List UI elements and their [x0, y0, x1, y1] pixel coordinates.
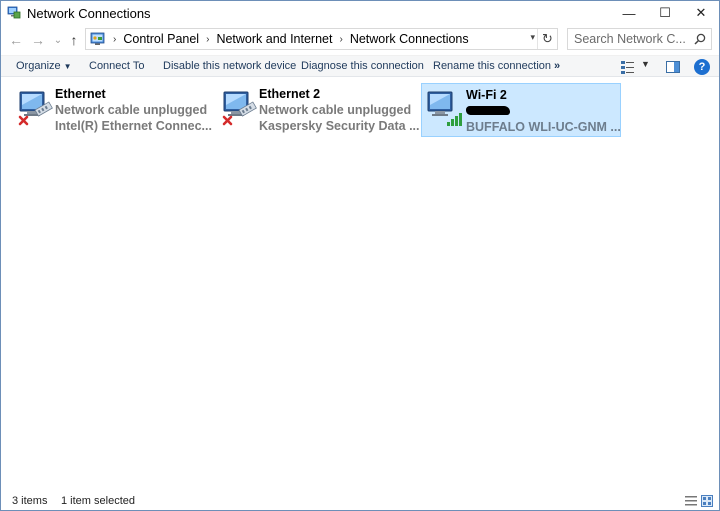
view-options-dropdown-icon[interactable]: ▼	[641, 59, 650, 69]
maximize-button[interactable]: ☐	[650, 1, 680, 25]
connection-details: Wi-Fi 2 BUFFALO WLI-UC-GNM ...	[466, 87, 621, 135]
connection-details: Ethernet Network cable unplugged Intel(R…	[55, 86, 212, 134]
breadcrumb-separator[interactable]: ›	[339, 34, 342, 45]
search-icon[interactable]	[694, 33, 706, 45]
search-input[interactable]: Search Network C...	[574, 32, 686, 46]
ethernet-adapter-icon	[222, 91, 257, 126]
title-bar[interactable]: Network Connections — ☐ ✕	[1, 1, 719, 25]
connection-device: BUFFALO WLI-UC-GNM ...	[466, 120, 621, 134]
connection-details: Ethernet 2 Network cable unplugged Kaspe…	[259, 86, 420, 134]
breadcrumb-separator[interactable]: ›	[206, 34, 209, 45]
control-panel-icon	[90, 32, 105, 45]
command-bar: Organize ▼ Connect To Disable this networ…	[1, 55, 719, 77]
breadcrumb-network-and-internet[interactable]: Network and Internet	[216, 32, 332, 46]
help-button[interactable]: ?	[694, 59, 710, 75]
connection-device: Kaspersky Security Data ...	[259, 119, 420, 133]
item-count: 3 items	[12, 495, 48, 507]
diagnose-connection-button[interactable]: Diagnose this connection	[301, 60, 424, 72]
close-button[interactable]: ✕	[686, 1, 716, 25]
rename-connection-button[interactable]: Rename this connection	[433, 60, 551, 72]
connections-list: Ethernet Network cable unplugged Intel(R…	[1, 78, 719, 488]
address-bar[interactable]: › Control Panel › Network and Internet ›…	[85, 28, 558, 50]
breadcrumb-separator: ›	[113, 33, 117, 45]
connection-device: Intel(R) Ethernet Connec...	[55, 119, 212, 133]
disable-device-button[interactable]: Disable this network device	[163, 60, 296, 72]
signal-strength-icon	[447, 113, 462, 126]
more-commands-button[interactable]: »	[554, 60, 560, 72]
connection-status: Network cable unplugged	[259, 103, 412, 117]
wifi-adapter-icon	[427, 91, 462, 126]
navigation-bar: ← → ⌄ ↑ › Control Panel › Network and In…	[1, 27, 719, 53]
back-button[interactable]: ←	[7, 30, 25, 50]
preview-pane-icon[interactable]	[665, 59, 681, 75]
connection-item-wifi-2[interactable]: Wi-Fi 2 BUFFALO WLI-UC-GNM ...	[421, 83, 621, 137]
connection-item-ethernet-2[interactable]: Ethernet 2 Network cable unplugged Kaspe…	[217, 83, 420, 137]
minimize-button[interactable]: —	[614, 1, 644, 25]
status-bar: 3 items 1 item selected	[1, 491, 719, 511]
network-connections-window: Network Connections — ☐ ✕ ← → ⌄ ↑ › Cont…	[0, 0, 720, 511]
chevron-down-icon: ▼	[63, 62, 72, 71]
connection-item-ethernet[interactable]: Ethernet Network cable unplugged Intel(R…	[13, 83, 213, 137]
connection-name: Ethernet	[55, 87, 106, 101]
selection-count: 1 item selected	[61, 495, 135, 507]
breadcrumb-control-panel[interactable]: Control Panel	[123, 32, 199, 46]
change-view-icon[interactable]	[620, 59, 636, 75]
large-icons-view-icon[interactable]	[701, 495, 713, 507]
organize-button[interactable]: Organize ▼	[16, 60, 72, 72]
up-button[interactable]: ↑	[65, 30, 83, 50]
connection-name: Ethernet 2	[259, 87, 321, 101]
details-view-icon[interactable]	[685, 495, 697, 507]
connection-status-redacted	[466, 103, 621, 119]
network-connections-icon	[7, 6, 21, 19]
ethernet-adapter-icon	[18, 91, 53, 126]
search-box[interactable]: Search Network C...	[567, 28, 712, 50]
connection-name: Wi-Fi 2	[466, 88, 507, 102]
breadcrumb-network-connections[interactable]: Network Connections	[350, 32, 469, 46]
address-dropdown-icon[interactable]: ▾	[530, 32, 535, 43]
connection-status: Network cable unplugged	[55, 103, 208, 117]
refresh-button[interactable]: ↻	[537, 29, 557, 49]
connect-to-button[interactable]: Connect To	[89, 60, 144, 72]
organize-label: Organize	[16, 60, 61, 72]
window-title: Network Connections	[27, 6, 151, 21]
disconnected-x-icon	[222, 115, 233, 126]
redacted-mark	[466, 106, 510, 115]
forward-button[interactable]: →	[29, 30, 47, 50]
disconnected-x-icon	[18, 115, 29, 126]
